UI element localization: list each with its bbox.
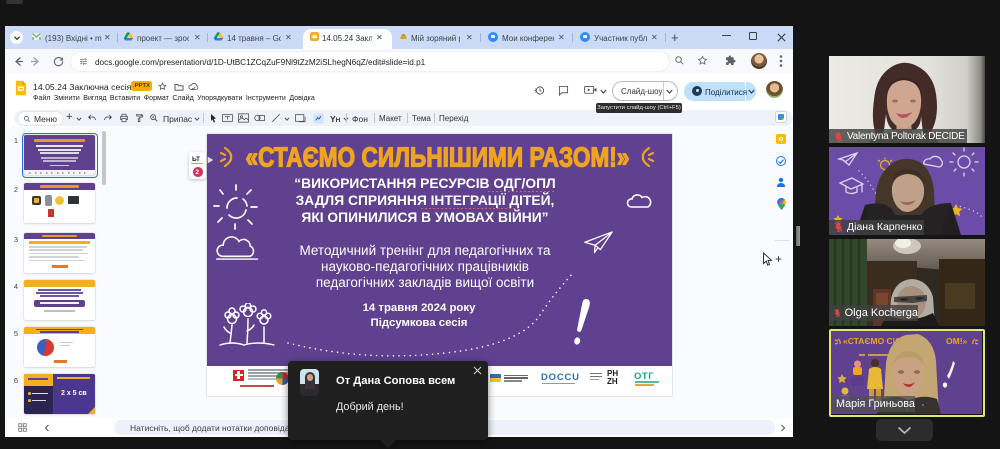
svg-text:ОМ!»: ОМ!» [946, 336, 968, 346]
